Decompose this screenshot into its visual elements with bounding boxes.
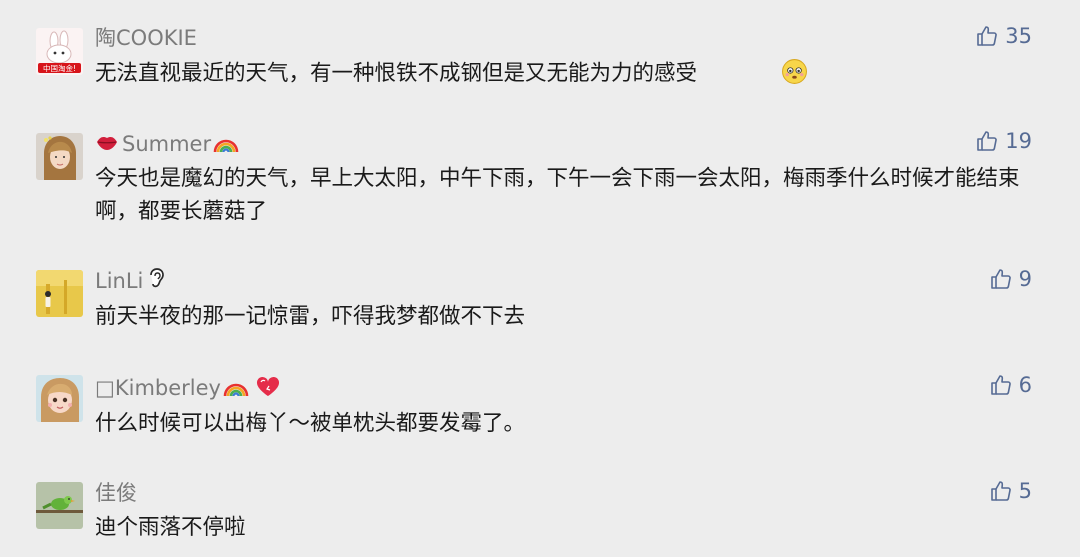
like-button[interactable]: 5 (989, 477, 1032, 505)
thumbs-up-icon (975, 24, 999, 48)
username-text: LinLi (95, 269, 144, 293)
comment-text: 前天半夜的那一记惊雷，吓得我梦都做不下去 (95, 304, 526, 329)
username-text: Summer (122, 132, 212, 156)
thumbs-up-icon (975, 129, 999, 153)
like-count: 35 (1005, 24, 1032, 48)
like-button[interactable]: 6 (989, 371, 1032, 399)
thumbs-up-icon (989, 479, 1013, 503)
worried-face-icon (781, 58, 808, 85)
avatar[interactable] (36, 270, 83, 317)
like-count: 9 (1018, 267, 1032, 291)
username-text: 佳俊 (95, 481, 137, 505)
username[interactable]: □Kimberley (95, 374, 281, 401)
rainbow-icon (213, 130, 239, 154)
like-button[interactable]: 19 (975, 127, 1032, 155)
like-button[interactable]: 9 (989, 265, 1032, 293)
thumbs-up-icon (989, 267, 1013, 291)
avatar[interactable] (36, 133, 83, 180)
avatar[interactable] (36, 375, 83, 422)
ear-icon (145, 267, 167, 291)
username-text: Kimberley (114, 376, 221, 400)
like-button[interactable]: 35 (975, 22, 1032, 50)
like-count: 19 (1005, 129, 1032, 153)
username[interactable]: 佳俊 (95, 480, 137, 506)
comment-text: 迪个雨落不停啦 (95, 515, 246, 540)
rainbow-icon (223, 374, 249, 398)
username[interactable]: 陶COOKIE (95, 25, 197, 51)
username-prefix: □ (95, 376, 115, 400)
like-count: 5 (1018, 479, 1032, 503)
username[interactable]: LinLi (95, 267, 167, 294)
avatar-label: 中国淘金! (43, 63, 76, 73)
heart-icon (255, 376, 281, 398)
lips-icon (95, 130, 119, 154)
thumbs-up-icon (989, 373, 1013, 397)
avatar[interactable]: 中国淘金! (36, 28, 83, 75)
like-count: 6 (1018, 373, 1032, 397)
avatar[interactable] (36, 482, 83, 529)
comment-text: 什么时候可以出梅丫～被单枕头都要发霉了。 (95, 411, 526, 436)
username[interactable]: Summer (95, 130, 239, 157)
comment-text: 无法直视最近的天气，有一种恨铁不成钢但是又无能为力的感受 (95, 61, 698, 86)
username-text: 陶COOKIE (95, 26, 197, 50)
comment-text: 今天也是魔幻的天气，早上大太阳，中午下雨，下午一会下雨一会太阳，梅雨季什么时候才… (95, 166, 1020, 224)
